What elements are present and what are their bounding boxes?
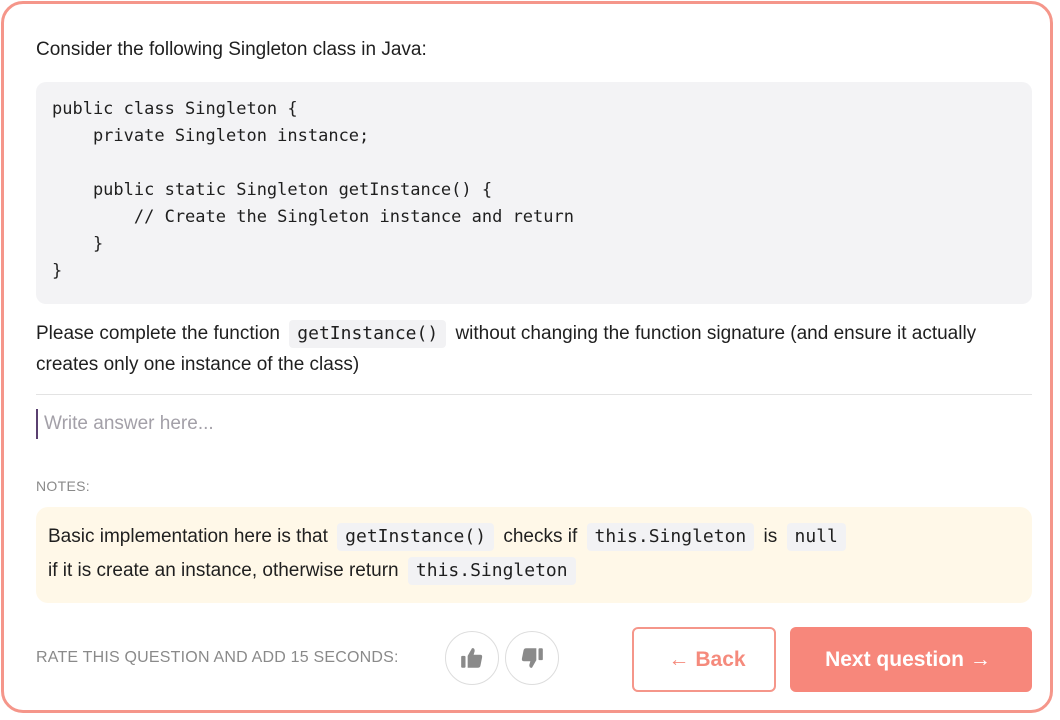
inline-code: null — [786, 523, 846, 551]
code-block: public class Singleton { private Singlet… — [36, 82, 1032, 304]
notes-text: checks if — [503, 526, 578, 547]
next-button-label: Next question — [825, 647, 964, 671]
code-line: } — [52, 234, 104, 254]
code-line: public class Singleton { — [52, 99, 298, 119]
prompt-text: Please complete the function — [36, 323, 280, 344]
code-line: private Singleton instance; — [52, 126, 370, 146]
notes-line: if it is create an instance, otherwise r… — [48, 554, 1020, 588]
arrow-right-icon: → — [969, 647, 991, 671]
question-prompt: Please complete the function getInstance… — [36, 318, 1016, 380]
thumbs-up-button[interactable] — [445, 631, 499, 685]
notes-text: Basic implementation here is that — [48, 526, 328, 547]
next-question-button[interactable]: Next question → — [790, 627, 1032, 692]
code-line: } — [52, 261, 63, 281]
thumbs-down-icon — [521, 648, 543, 668]
inline-code: this.Singleton — [407, 557, 576, 585]
code-line: // Create the Singleton instance and ret… — [52, 207, 574, 227]
inline-code: this.Singleton — [586, 523, 755, 551]
question-intro: Consider the following Singleton class i… — [36, 39, 427, 60]
code-line: public static Singleton getInstance() { — [52, 180, 493, 200]
thumbs-down-button[interactable] — [505, 631, 559, 685]
notes-text: is — [763, 526, 778, 547]
back-button-label: Back — [695, 647, 746, 671]
inline-code: getInstance() — [289, 320, 447, 348]
inline-code: getInstance() — [337, 523, 495, 551]
answer-input[interactable] — [36, 409, 1032, 439]
notes-text: if it is create an instance, otherwise r… — [48, 560, 399, 581]
notes-box: Basic implementation here is that getIns… — [36, 507, 1032, 603]
back-button[interactable]: ← Back — [632, 627, 776, 692]
question-card: Consider the following Singleton class i… — [1, 1, 1053, 713]
arrow-left-icon: ← — [668, 647, 690, 671]
divider — [36, 394, 1032, 395]
notes-line: Basic implementation here is that getIns… — [48, 520, 1020, 554]
thumbs-up-icon — [461, 648, 483, 668]
rate-label: RATE THIS QUESTION AND ADD 15 SECONDS: — [36, 649, 399, 666]
notes-label: NOTES: — [36, 478, 90, 494]
